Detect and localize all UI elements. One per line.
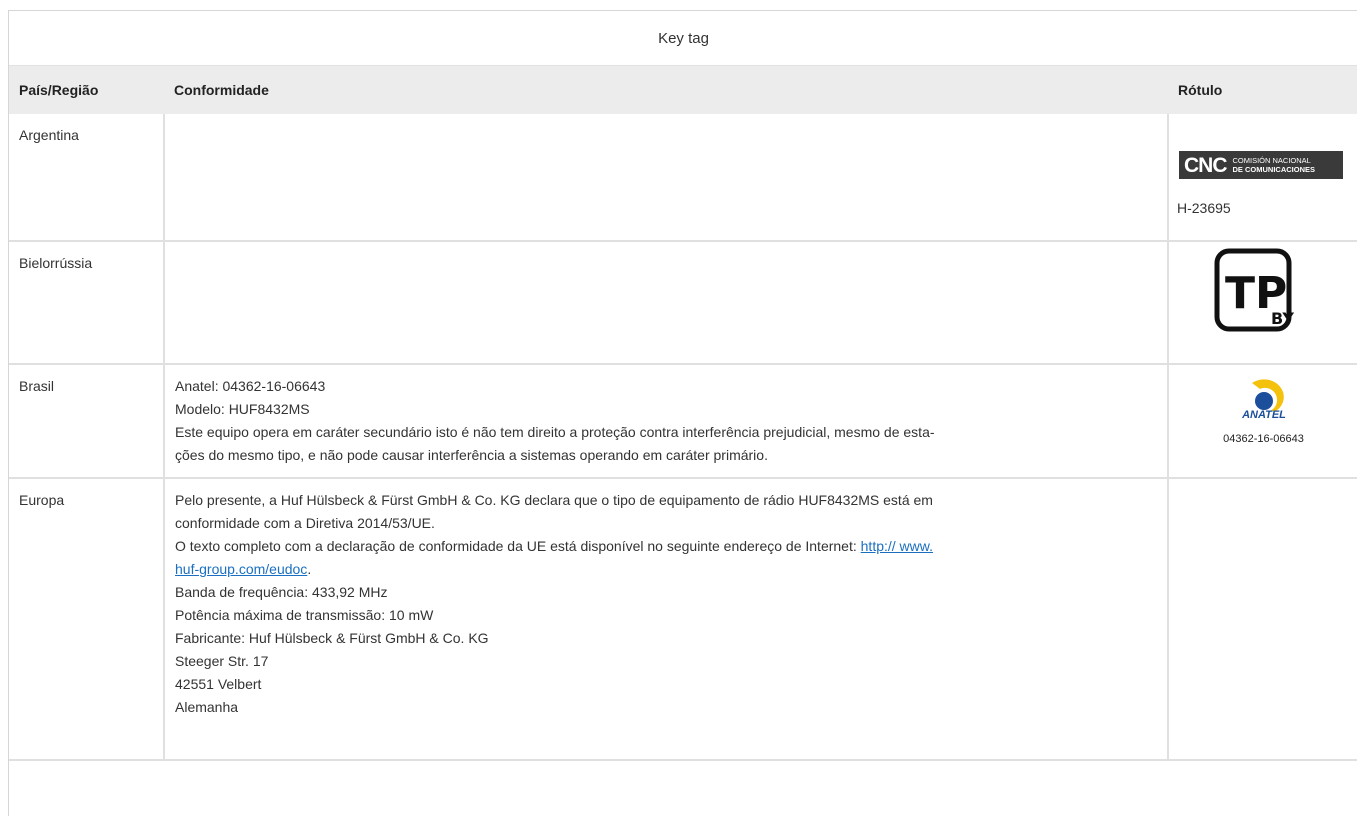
label-code: 04362-16-06643 — [1223, 433, 1304, 445]
table-title: Key tag — [9, 11, 1357, 66]
compliance-cell — [164, 241, 1169, 365]
label-code: H-23695 — [1177, 200, 1231, 216]
table-row-belarus: Bielorrússia TP BY — [9, 241, 1357, 365]
cnc-logo: CNC COMISIÓN NACIONAL DE COMUNICACIONES — [1179, 151, 1343, 179]
compliance-cell: Anatel: 04362-16-06643 Modelo: HUF8432MS… — [164, 364, 1169, 479]
compliance-line: 42551 Velbert — [175, 676, 262, 692]
compliance-line: Alemanha — [175, 699, 239, 715]
compliance-line: Modelo: HUF8432MS — [175, 401, 310, 417]
compliance-cell: Pelo presente, a Huf Hülsbeck & Fürst Gm… — [164, 478, 1169, 761]
compliance-line: ções do mesmo tipo, e não pode causar in… — [175, 447, 768, 463]
tp-by-mark-icon: TP BY — [1214, 248, 1294, 332]
country-cell: Brasil — [9, 364, 165, 479]
compliance-line: Banda de frequência: 433,92 MHz — [175, 584, 388, 600]
compliance-line: Pelo presente, a Huf Hülsbeck & Fürst Gm… — [175, 492, 933, 508]
compliance-cell — [164, 114, 1169, 242]
compliance-line: huf-group.com/eudoc. — [175, 561, 312, 577]
label-cell: CNC COMISIÓN NACIONAL DE COMUNICACIONES … — [1168, 114, 1357, 242]
country-cell: Argentina — [9, 114, 165, 242]
table-header-row: País/Região Conformidade Rótulo — [9, 66, 1357, 114]
header-country: País/Região — [9, 66, 164, 114]
label-cell — [1168, 478, 1357, 761]
eudoc-link[interactable]: http:// www. — [861, 538, 933, 554]
cnc-logo-sub1: COMISIÓN NACIONAL — [1232, 156, 1311, 165]
compliance-line: Fabricante: Huf Hülsbeck & Fürst GmbH & … — [175, 630, 489, 646]
compliance-table: País/Região Conformidade Rótulo Argentin… — [9, 66, 1357, 761]
cnc-logo-sub2: DE COMUNICACIONES — [1232, 165, 1316, 174]
compliance-line: Potência máxima de transmissão: 10 mW — [175, 607, 434, 623]
compliance-table-container: Key tag País/Região Conformidade Rótulo … — [8, 10, 1357, 816]
table-row-europa: Europa Pelo presente, a Huf Hülsbeck & F… — [9, 478, 1357, 761]
compliance-line: Steeger Str. 17 — [175, 653, 269, 669]
label-cell: TP BY — [1168, 241, 1357, 365]
table-row-argentina: Argentina CNC COMISIÓN NACIONAL DE COMUN… — [9, 114, 1357, 242]
anatel-logo-icon: ANATEL — [1241, 379, 1286, 421]
compliance-line: Anatel: 04362-16-06643 — [175, 378, 326, 394]
tp-mark-sub: BY — [1271, 309, 1294, 328]
label-cell: ANATEL 04362-16-06643 — [1168, 364, 1357, 479]
compliance-line: conformidade com a Diretiva 2014/53/UE. — [175, 515, 435, 531]
anatel-logo-text: ANATEL — [1241, 409, 1286, 419]
country-cell: Europa — [9, 478, 165, 761]
anatel-logo: ANATEL 04362-16-06643 — [1173, 375, 1354, 451]
header-compliance: Conformidade — [164, 66, 1168, 114]
eudoc-link-continued[interactable]: huf-group.com/eudoc — [175, 561, 307, 577]
table-row-brasil: Brasil Anatel: 04362-16-06643 Modelo: HU… — [9, 364, 1357, 479]
compliance-line: Este equipo opera em caráter secundário … — [175, 424, 935, 440]
country-cell: Bielorrússia — [9, 241, 165, 365]
compliance-line: O texto completo com a declaração de con… — [175, 538, 933, 554]
header-label: Rótulo — [1168, 66, 1357, 114]
